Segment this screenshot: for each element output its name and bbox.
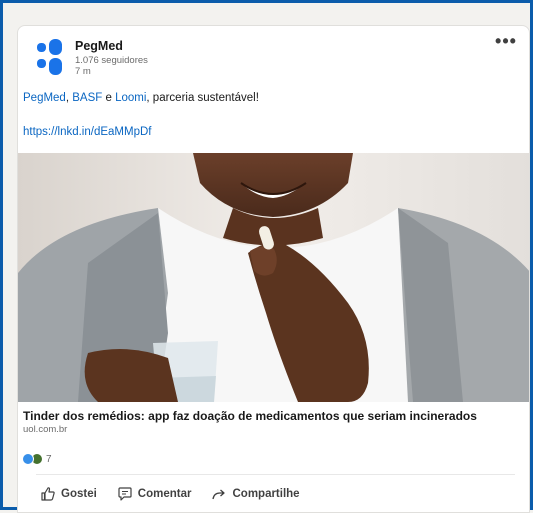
text-separator: e	[102, 92, 116, 104]
comment-label: Comentar	[137, 488, 192, 500]
more-options-icon[interactable]: •••	[493, 32, 519, 54]
article-image[interactable]	[18, 153, 529, 402]
short-link[interactable]: https://lnkd.in/dEaMMpDf	[23, 126, 151, 138]
post-actions-bar: Gostei Comentar Compartilhe	[32, 479, 312, 509]
mention-basf[interactable]: BASF	[72, 92, 102, 104]
reaction-count: 7	[46, 453, 52, 465]
post-body-text: PegMed, BASF e Loomi, parceria sustentáv…	[23, 92, 259, 104]
post-text-suffix: , parceria sustentável!	[146, 92, 259, 104]
like-label: Gostei	[61, 488, 97, 500]
follower-count: 1.076 seguidores	[75, 55, 148, 66]
screenshot-frame: PegMed 1.076 seguidores 7 m ••• PegMed, …	[0, 0, 533, 513]
mention-pegmed[interactable]: PegMed	[23, 92, 66, 104]
thumbs-up-icon	[41, 487, 55, 501]
action-divider	[36, 474, 515, 475]
article-source: uol.com.br	[23, 424, 68, 435]
share-arrow-icon	[212, 489, 226, 500]
post-timestamp: 7 m	[75, 66, 91, 77]
share-button[interactable]: Compartilhe	[203, 479, 307, 509]
company-name[interactable]: PegMed	[75, 39, 123, 53]
mention-loomi[interactable]: Loomi	[115, 92, 146, 104]
like-button[interactable]: Gostei	[32, 479, 105, 509]
feed-post-card: PegMed 1.076 seguidores 7 m ••• PegMed, …	[17, 25, 530, 513]
reactions-summary[interactable]: 7	[22, 451, 52, 467]
woman-taking-pill-illustration	[18, 153, 529, 402]
like-reaction-icon	[22, 453, 34, 465]
company-logo[interactable]	[37, 39, 67, 77]
comment-button[interactable]: Comentar	[109, 479, 200, 509]
share-label: Compartilhe	[232, 488, 300, 500]
article-title[interactable]: Tinder dos remédios: app faz doação de m…	[23, 409, 477, 423]
comment-icon	[118, 487, 132, 501]
post-header: PegMed 1.076 seguidores 7 m •••	[18, 26, 529, 88]
